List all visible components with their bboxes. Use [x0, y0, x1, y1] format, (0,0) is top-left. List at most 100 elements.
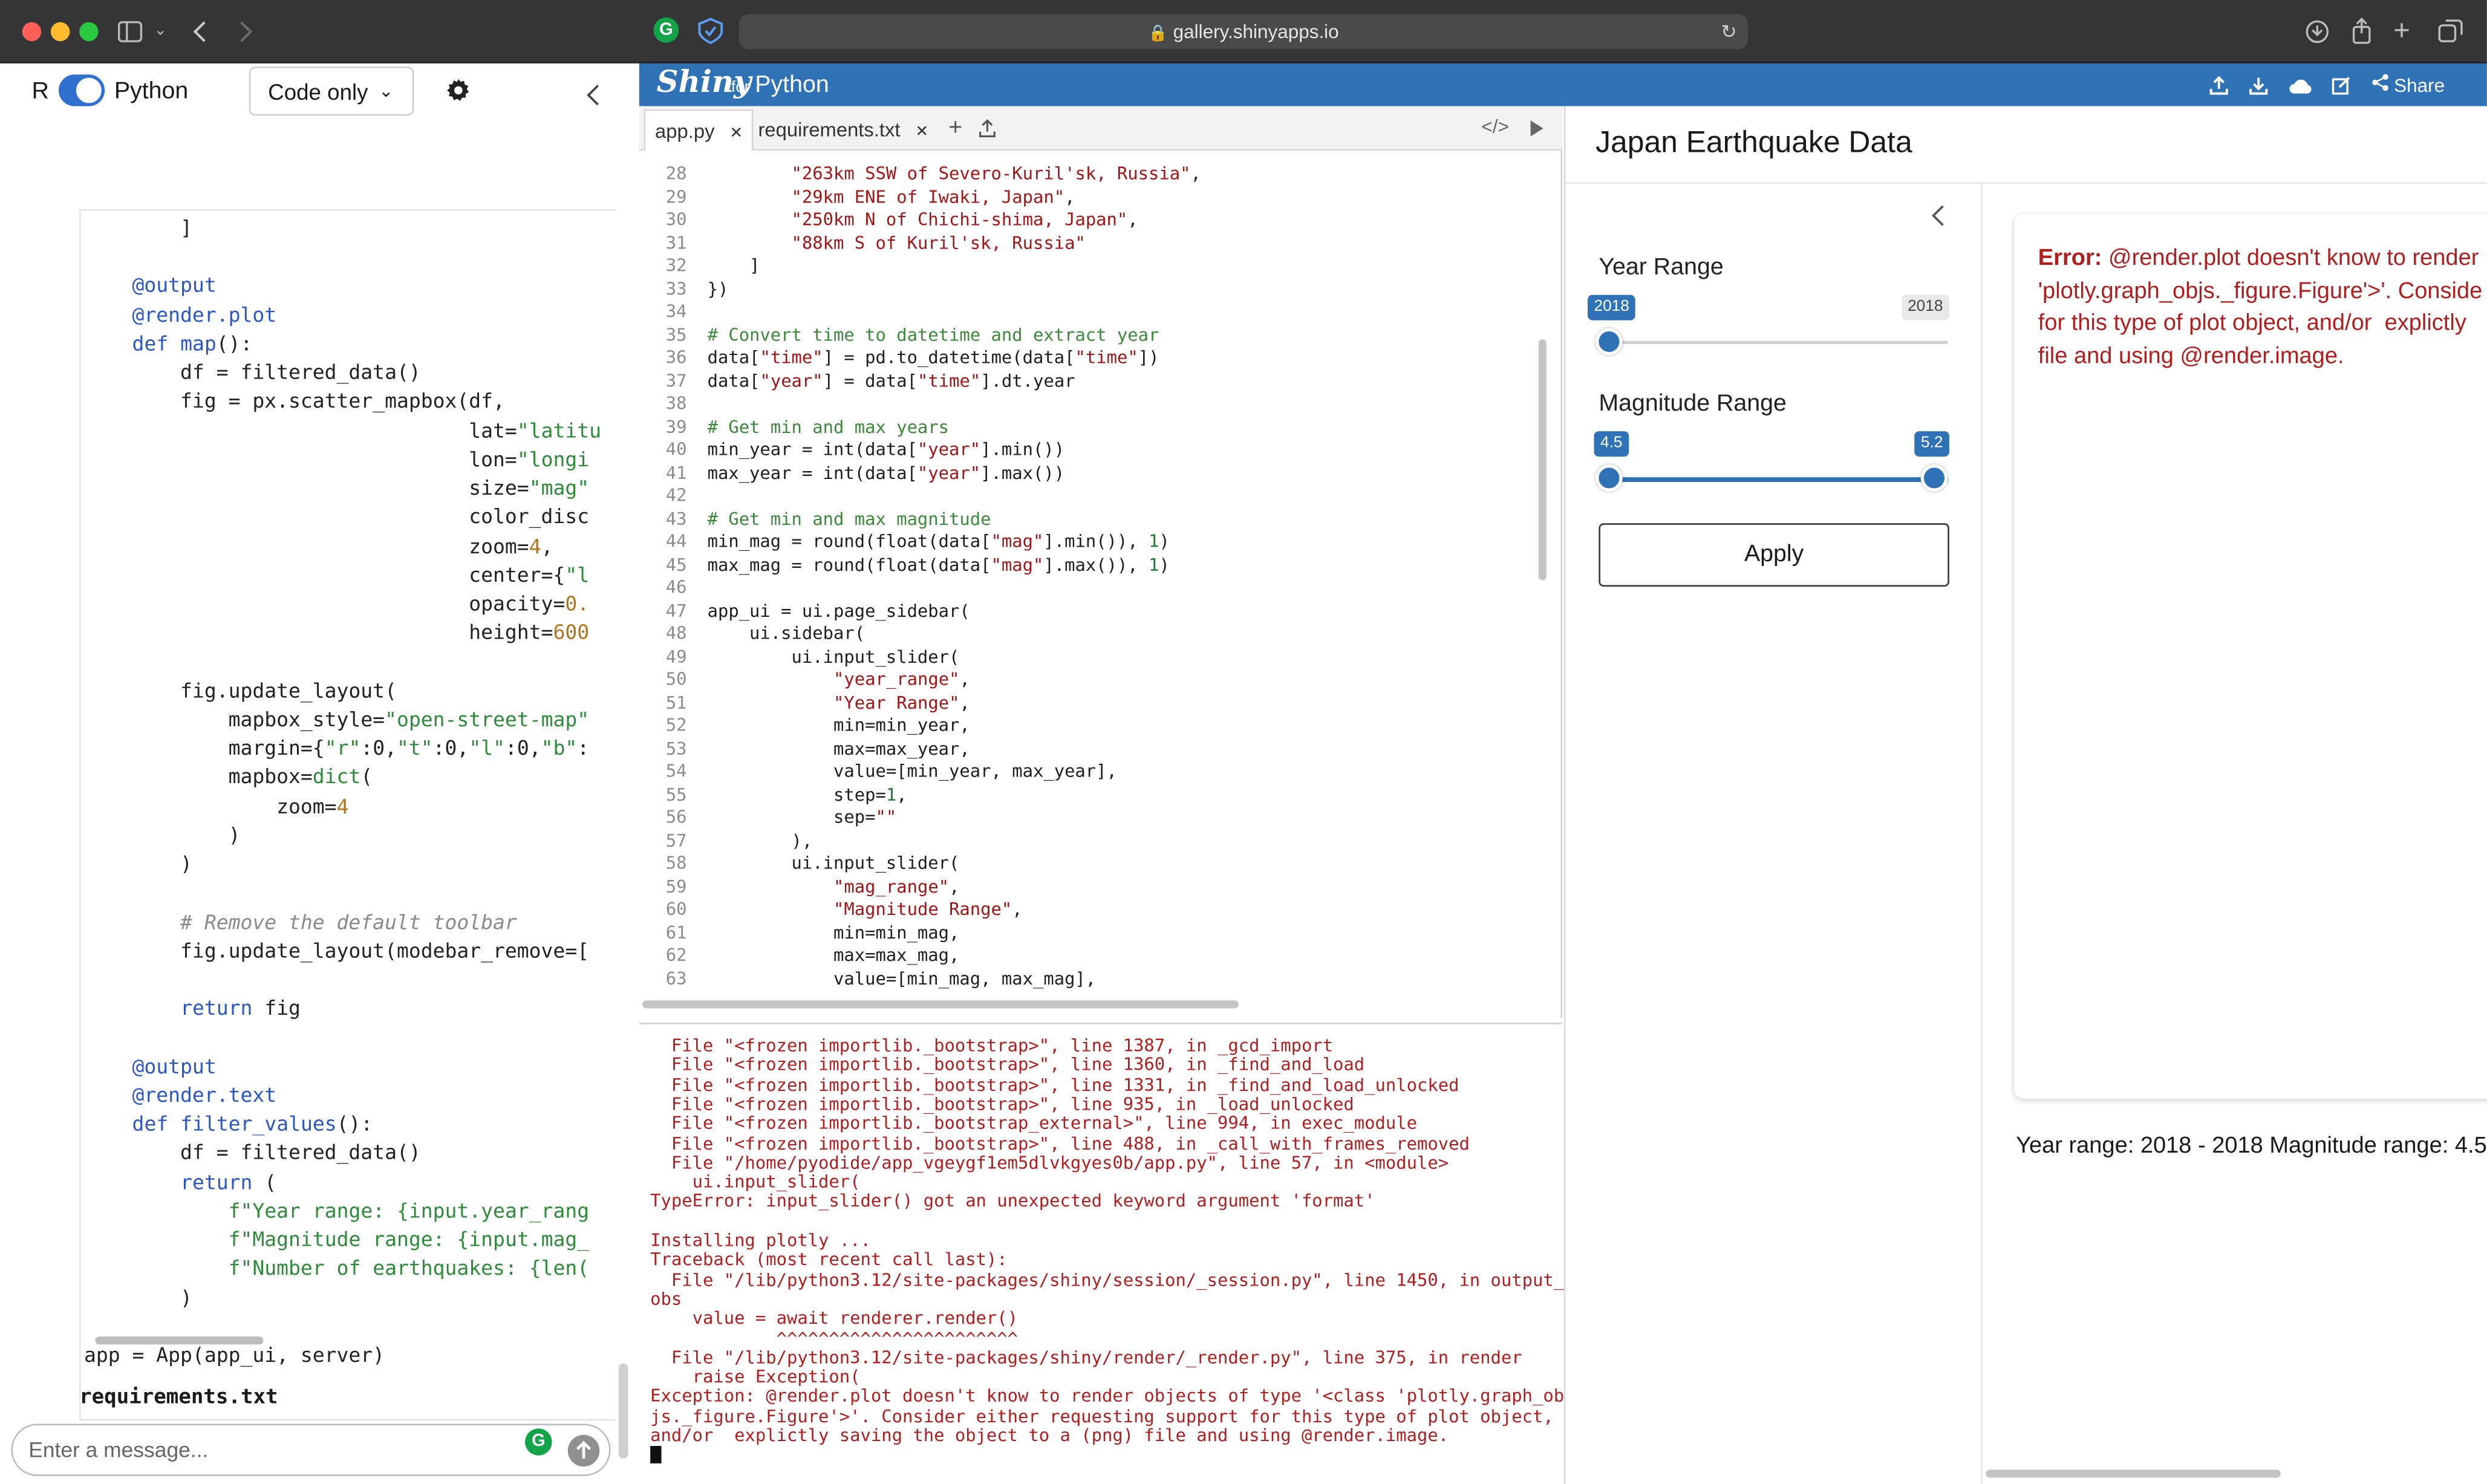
editor-code-line[interactable]: sep=""	[708, 807, 896, 830]
shield-extension-icon[interactable]	[698, 18, 723, 53]
editor-code-line[interactable]: max=max_mag,	[708, 945, 959, 968]
editor-code-line[interactable]: # Convert time to datetime and extract y…	[708, 324, 1159, 347]
editor-horizontal-scrollbar[interactable]	[642, 1000, 1239, 1009]
horizontal-scrollbar[interactable]	[95, 1336, 264, 1345]
share-page-icon[interactable]	[2350, 18, 2373, 53]
editor-code-line[interactable]: "29km ENE of Iwaki, Japan",	[708, 186, 1075, 209]
download-icon[interactable]	[2304, 19, 2330, 52]
sidebar-toggle-icon[interactable]	[117, 21, 143, 46]
code-editor[interactable]: 28 "263km SSW of Severo-Kuril'sk, Russia…	[639, 106, 1563, 1018]
new-tab-icon[interactable]: +	[2393, 16, 2410, 44]
editor-code-line[interactable]: min=min_mag,	[708, 922, 959, 945]
close-tab-icon[interactable]: ✕	[729, 125, 743, 143]
forward-icon[interactable]	[238, 19, 253, 52]
year-range-slider[interactable]: 2018 2018	[1588, 288, 1949, 360]
editor-code-line[interactable]: max_year = int(data["year"].max())	[708, 462, 1065, 485]
chevron-down-icon[interactable]: ⌄	[154, 21, 167, 43]
sidebar-divider	[1981, 182, 1983, 1484]
error-line: 'plotly.graph_objs._figure.Figure'>'. Co…	[2038, 278, 2483, 304]
editor-code-line[interactable]: ]	[708, 255, 760, 278]
editor-code-line[interactable]: ui.sidebar(	[708, 623, 865, 646]
editor-code-line[interactable]: "mag_range",	[708, 876, 959, 899]
editor-code-line[interactable]: "250km N of Chichi-shima, Japan",	[708, 209, 1138, 232]
editor-code-line[interactable]: "Year Range",	[708, 692, 970, 715]
console-line: and/or explictly saving the object to a …	[650, 1425, 1449, 1447]
preview-horizontal-scrollbar[interactable]	[1986, 1469, 2281, 1478]
chat-scrollbar[interactable]	[618, 1363, 628, 1459]
tab-app-py[interactable]: app.py ✕	[644, 109, 754, 151]
download-icon[interactable]	[2249, 74, 2268, 103]
send-button[interactable]	[567, 1434, 600, 1467]
minimize-window-button[interactable]	[50, 22, 70, 42]
editor-code-line[interactable]: "263km SSW of Severo-Kuril'sk, Russia",	[708, 163, 1201, 186]
grammarly-extension-icon[interactable]: G	[653, 17, 679, 43]
message-input[interactable]: Enter a message... G	[11, 1424, 611, 1476]
upload-file-icon[interactable]	[979, 117, 996, 146]
console-line: File "/lib/python3.12/site-packages/shin…	[650, 1347, 1522, 1368]
code-line: @output	[83, 273, 217, 298]
editor-code-line[interactable]: "Magnitude Range",	[708, 899, 1023, 922]
editor-code-line[interactable]: data["year"] = data["time"].dt.year	[708, 370, 1075, 393]
magnitude-slider-low-thumb[interactable]	[1596, 464, 1623, 492]
share-button[interactable]: Share	[2371, 73, 2445, 97]
tab-overview-icon[interactable]	[2438, 19, 2463, 50]
edit-icon[interactable]	[2332, 74, 2350, 103]
upload-icon[interactable]	[2209, 74, 2228, 103]
add-file-icon[interactable]: +	[948, 114, 962, 142]
editor-code-line[interactable]: max_mag = round(float(data["mag"].max())…	[708, 554, 1170, 577]
code-line: lat="latitu	[83, 418, 602, 442]
year-slider-thumb[interactable]	[1596, 328, 1623, 356]
cloud-upload-icon[interactable]	[2289, 74, 2312, 103]
code-view-icon[interactable]: </>	[1481, 116, 1509, 138]
editor-code-line[interactable]: app_ui = ui.page_sidebar(	[708, 600, 970, 623]
code-line: color_disc	[83, 504, 590, 529]
line-number: 32	[665, 255, 687, 276]
line-number: 61	[665, 922, 687, 943]
editor-vertical-scrollbar[interactable]	[1538, 339, 1547, 581]
console-cursor[interactable]	[650, 1446, 662, 1463]
editor-code-line[interactable]: step=1,	[708, 784, 907, 807]
editor-code-line[interactable]: })	[708, 278, 729, 301]
collapse-chevron-icon[interactable]	[587, 84, 599, 114]
editor-code-line[interactable]: ui.input_slider(	[708, 646, 959, 669]
run-play-icon[interactable]	[1529, 117, 1545, 146]
browser-toolbar: ⌄ G 🔒 gallery.shinyapps.io ↻ +	[0, 0, 2487, 63]
console-line: value = await renderer.render()	[650, 1308, 1019, 1329]
close-window-button[interactable]	[22, 22, 42, 42]
code-line: def map():	[132, 331, 253, 356]
url-text: gallery.shinyapps.io	[1173, 21, 1339, 43]
reload-icon[interactable]: ↻	[1721, 21, 1736, 43]
editor-code-line[interactable]: min=min_year,	[708, 715, 970, 738]
tab-requirements[interactable]: requirements.txt ✕	[749, 109, 938, 151]
console-line: Exception: @render.plot doesn't know to …	[650, 1386, 1565, 1407]
close-tab-icon[interactable]: ✕	[915, 124, 928, 142]
sidebar-collapse-icon[interactable]	[1932, 204, 1944, 235]
line-number: 36	[665, 347, 687, 368]
zoom-window-button[interactable]	[79, 22, 99, 42]
editor-code-line[interactable]: min_year = int(data["year"].min())	[708, 439, 1065, 462]
console-line: Traceback (most recent call last):	[650, 1249, 1008, 1271]
magnitude-range-slider[interactable]: 4.5 5.2	[1594, 425, 1949, 496]
editor-code-line[interactable]: value=[min_year, max_year],	[708, 761, 1117, 784]
apply-button[interactable]: Apply	[1599, 523, 1949, 587]
view-select[interactable]: Code only ⌄	[249, 67, 414, 116]
grammarly-icon[interactable]: G	[525, 1428, 552, 1456]
language-toggle[interactable]	[59, 74, 105, 106]
code-line: def filter_values():	[132, 1111, 373, 1136]
magnitude-slider-high-thumb[interactable]	[1920, 464, 1948, 492]
editor-code-line[interactable]: "year_range",	[708, 669, 970, 692]
editor-code-line[interactable]: value=[min_mag, max_mag],	[708, 968, 1096, 991]
back-icon[interactable]	[192, 19, 207, 52]
address-bar[interactable]: 🔒 gallery.shinyapps.io	[739, 14, 1748, 50]
editor-lines[interactable]: 28 "263km SSW of Severo-Kuril'sk, Russia…	[639, 151, 1536, 991]
editor-code-line[interactable]: data["time"] = pd.to_datetime(data["time…	[708, 347, 1159, 370]
editor-code-line[interactable]: "88km S of Kuril'sk, Russia"	[708, 232, 1086, 255]
editor-code-line[interactable]: max=max_year,	[708, 738, 970, 761]
editor-code-line[interactable]: ui.input_slider(	[708, 853, 959, 876]
settings-gear-icon[interactable]	[446, 77, 471, 111]
editor-code-line[interactable]: ),	[708, 830, 812, 853]
editor-code-line[interactable]: min_mag = round(float(data["mag"].min())…	[708, 531, 1170, 554]
editor-code-line[interactable]: # Get min and max years	[708, 416, 949, 439]
editor-code-line[interactable]: # Get min and max magnitude	[708, 508, 991, 531]
line-number: 46	[665, 577, 687, 598]
